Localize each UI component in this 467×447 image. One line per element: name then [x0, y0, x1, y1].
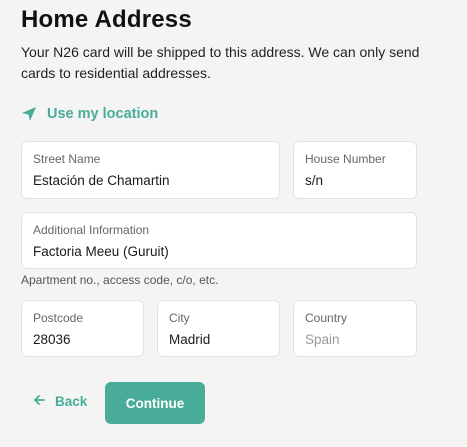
- postcode-label: Postcode: [33, 311, 84, 325]
- use-my-location-button[interactable]: Use my location: [21, 106, 158, 122]
- street-name-label: Street Name: [33, 152, 101, 166]
- country-value: Spain: [305, 332, 340, 347]
- additional-information-helper: Apartment no., access code, c/o, etc.: [21, 273, 219, 287]
- postcode-value: 28036: [33, 332, 71, 347]
- back-button[interactable]: Back: [33, 394, 87, 409]
- additional-information-value: Factoria Meeu (Guruit): [33, 244, 169, 259]
- street-name-field[interactable]: Street Name Estación de Chamartin: [21, 141, 280, 199]
- home-address-page: Home Address Your N26 card will be shipp…: [0, 0, 467, 447]
- page-title: Home Address: [21, 6, 192, 33]
- city-label: City: [169, 311, 190, 325]
- page-subtitle: Your N26 card will be shipped to this ad…: [21, 44, 420, 81]
- use-my-location-label: Use my location: [47, 106, 159, 122]
- arrow-left-icon: [33, 394, 45, 409]
- city-field[interactable]: City Madrid: [157, 300, 280, 357]
- back-label: Back: [55, 394, 88, 409]
- continue-button[interactable]: Continue: [105, 382, 205, 424]
- street-name-value: Estación de Chamartin: [33, 173, 170, 188]
- house-number-field[interactable]: House Number s/n: [293, 141, 417, 199]
- house-number-label: House Number: [305, 152, 386, 166]
- country-field[interactable]: Country Spain: [293, 300, 417, 357]
- additional-information-field[interactable]: Additional Information Factoria Meeu (Gu…: [21, 212, 417, 269]
- postcode-field[interactable]: Postcode 28036: [21, 300, 144, 357]
- city-value: Madrid: [169, 332, 211, 347]
- house-number-value: s/n: [305, 173, 324, 188]
- country-label: Country: [305, 311, 348, 325]
- navigation-arrow-icon: [21, 106, 37, 122]
- additional-information-label: Additional Information: [33, 223, 150, 237]
